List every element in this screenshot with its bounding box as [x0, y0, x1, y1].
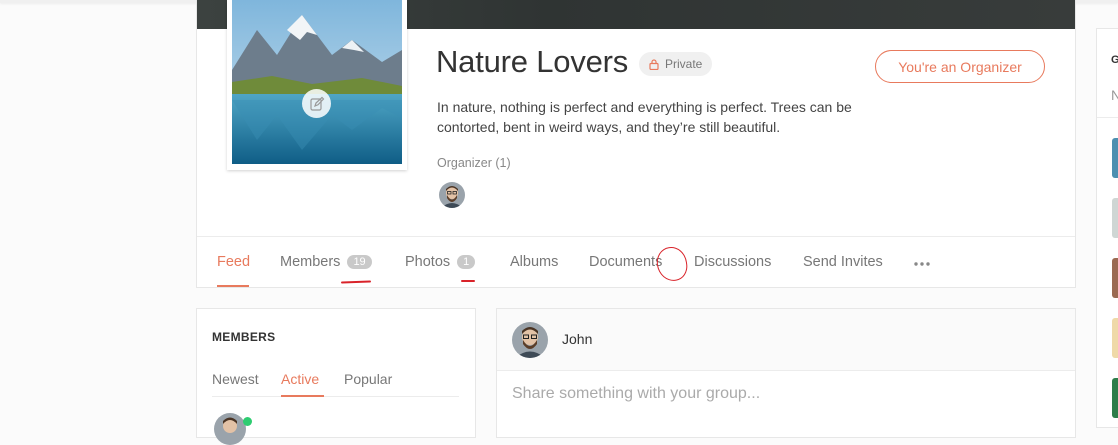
online-status-dot: [243, 417, 252, 426]
members-count-badge: 19: [347, 255, 372, 269]
sidebar-group-thumb[interactable]: [1112, 318, 1118, 358]
composer-user-name: John: [562, 331, 593, 347]
members-tabs-divider: [212, 396, 459, 397]
photos-count-badge: 1: [457, 255, 476, 269]
tab-label: Members: [280, 254, 341, 270]
group-avatar-image[interactable]: [232, 0, 402, 164]
members-tab-active[interactable]: Active: [281, 371, 319, 387]
tab-label: Feed: [217, 254, 251, 270]
organizer-avatar[interactable]: [439, 182, 465, 208]
sidebar-group-thumb[interactable]: [1112, 138, 1118, 178]
composer-input[interactable]: Share something with your group...: [512, 385, 760, 403]
tab-feed[interactable]: Feed: [217, 254, 250, 270]
members-tab-newest[interactable]: Newest: [212, 371, 259, 387]
tab-label: Albums: [510, 254, 559, 270]
tab-send-invites[interactable]: Send Invites: [803, 254, 883, 270]
members-tab-popular[interactable]: Popular: [344, 371, 392, 387]
organizer-label: Organizer (1): [437, 156, 511, 170]
organizer-button[interactable]: You're an Organizer: [875, 50, 1045, 83]
sidebar-subheading: N: [1111, 87, 1118, 103]
sidebar-group-thumb[interactable]: [1112, 258, 1118, 298]
ellipsis-icon: [914, 262, 930, 266]
sidebar-heading: G: [1111, 54, 1118, 66]
pencil-icon: [309, 96, 324, 111]
members-active-tab-indicator: [281, 395, 324, 397]
user-avatar-image: [439, 182, 465, 208]
active-tab-indicator: [217, 285, 249, 287]
tab-albums[interactable]: Albums: [510, 254, 558, 270]
user-avatar-image: [214, 413, 246, 445]
tabs-divider: [197, 236, 1075, 237]
tab-members[interactable]: Members 19: [280, 254, 372, 270]
tab-label: Send Invites: [803, 254, 883, 270]
privacy-badge: Private: [639, 52, 713, 76]
member-avatar[interactable]: [214, 413, 246, 445]
group-title: Nature Lovers: [436, 44, 629, 79]
privacy-label: Private: [665, 57, 703, 71]
edit-avatar-button[interactable]: [302, 89, 331, 118]
tab-documents[interactable]: Documents: [589, 254, 662, 270]
tab-label: Documents: [589, 254, 663, 270]
more-tabs-button[interactable]: [913, 254, 931, 272]
tab-label: Discussions: [694, 254, 772, 270]
tab-discussions[interactable]: Discussions: [694, 254, 771, 270]
tab-photos[interactable]: Photos 1: [405, 254, 476, 270]
tab-label: Photos: [405, 254, 451, 270]
sidebar-group-thumb[interactable]: [1112, 198, 1118, 238]
sidebar-divider: [1097, 117, 1118, 118]
composer-avatar[interactable]: [512, 322, 548, 358]
members-widget-title: MEMBERS: [212, 330, 276, 344]
sidebar-group-thumb[interactable]: [1112, 378, 1118, 418]
user-avatar-image: [512, 322, 548, 358]
annotation-underline-photos: [461, 280, 475, 282]
mountain-lake-image: [232, 0, 402, 164]
group-description: In nature, nothing is perfect and everyt…: [437, 99, 852, 135]
lock-icon: [649, 58, 659, 70]
